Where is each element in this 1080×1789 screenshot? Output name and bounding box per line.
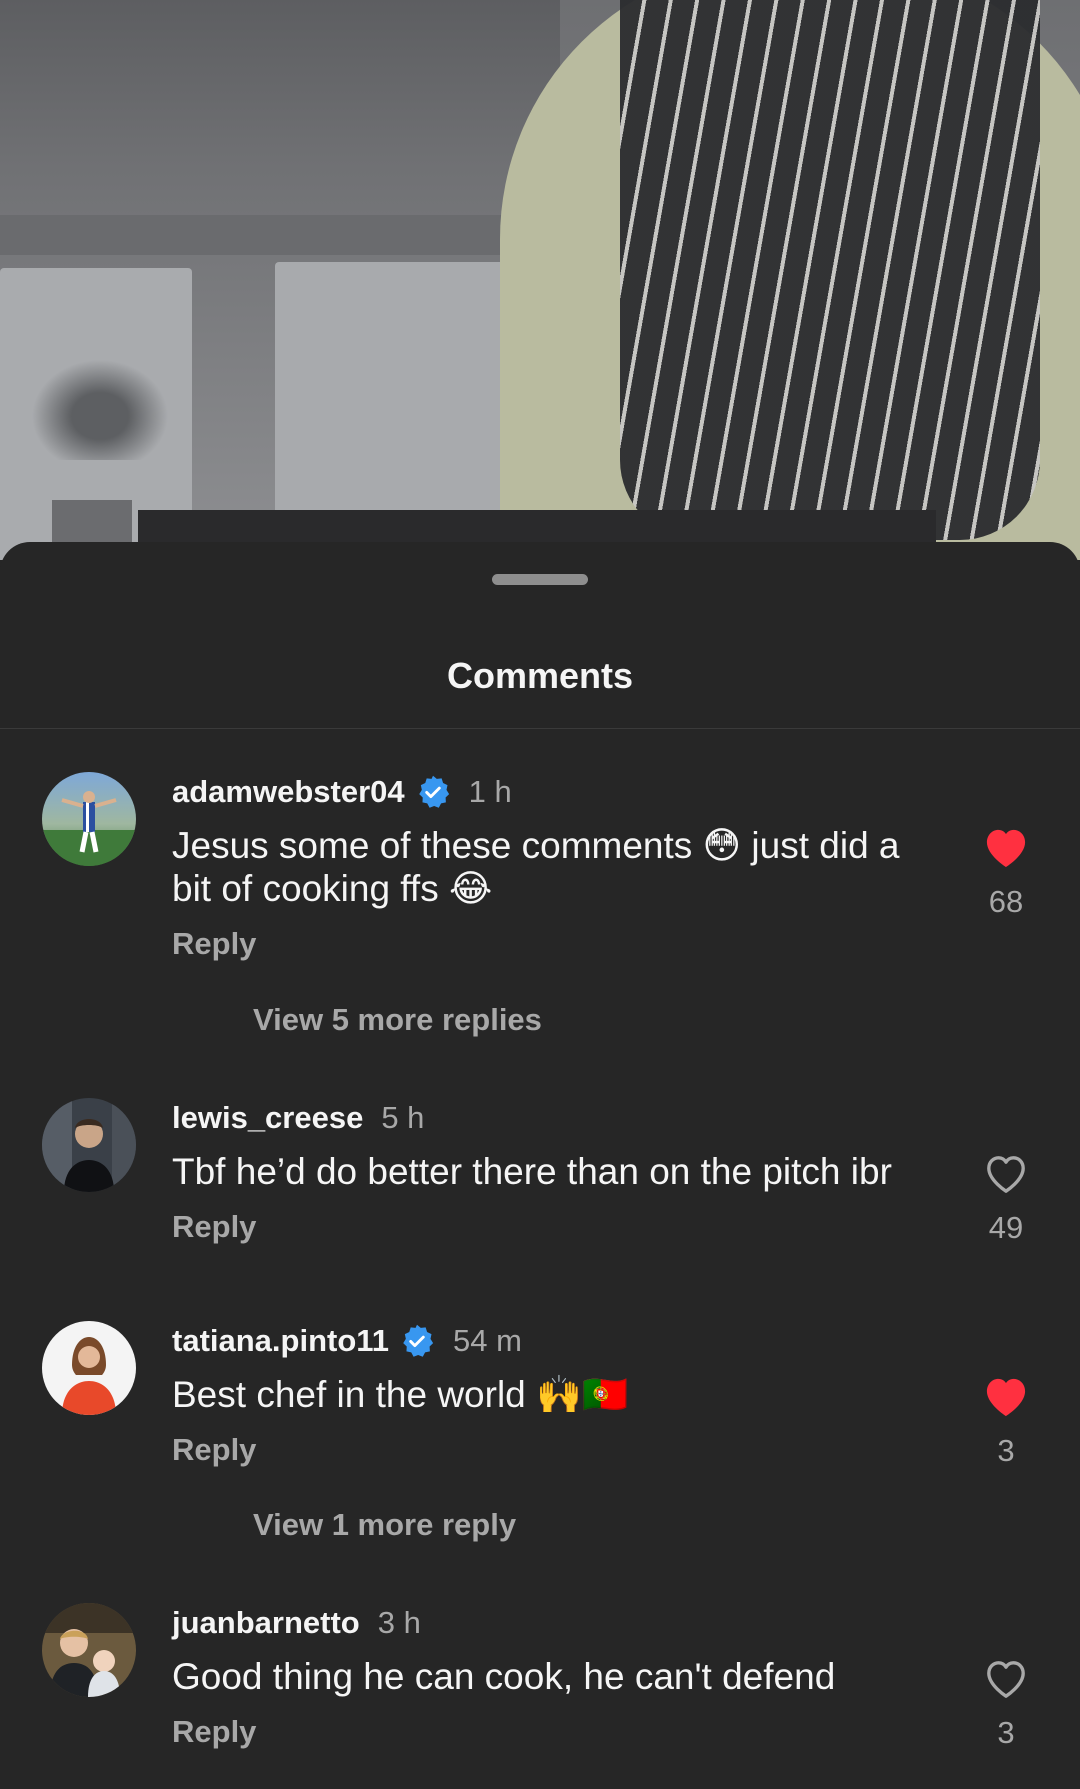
heart-icon [986,1378,1026,1417]
like-count: 68 [988,884,1024,919]
avatar[interactable] [42,772,136,866]
verified-badge-icon [403,1324,434,1357]
avatar[interactable] [42,1321,136,1415]
like-button[interactable]: 3 [968,1376,1044,1469]
comments-sheet: Comments adamwebster04 1 h Jesus some of… [0,542,1080,1789]
username[interactable]: tatiana.pinto11 [172,1323,389,1359]
like-button[interactable]: 49 [968,1153,1044,1246]
like-button[interactable]: 3 [968,1658,1044,1751]
comment-text: Jesus some of these comments 😳 just did … [172,825,900,909]
sheet-title: Comments [446,655,634,696]
username[interactable]: lewis_creese [172,1100,363,1136]
comment-text: Best chef in the world 🙌🇵🇹 [172,1374,629,1415]
username[interactable]: adamwebster04 [172,774,405,810]
verified-badge-icon [418,775,449,808]
reply-button[interactable]: Reply [172,1714,932,1750]
comment-text: Good thing he can cook, he can't defend [172,1656,836,1697]
avatar[interactable] [42,1603,136,1697]
drag-handle[interactable] [492,574,588,585]
heart-outline-icon [987,1661,1025,1698]
like-button[interactable]: 68 [968,827,1044,920]
avatar[interactable] [42,1098,136,1192]
reply-button[interactable]: Reply [172,1432,932,1468]
like-count: 3 [997,1433,1015,1468]
comment-text: Tbf he’d do better there than on the pit… [172,1151,892,1192]
video-person-apron [620,0,1040,540]
view-replies-button[interactable]: View 1 more reply [253,1507,516,1543]
divider [0,728,1080,729]
comment-time: 3 h [377,1605,421,1640]
video-background[interactable] [0,0,1080,560]
view-replies-button[interactable]: View 5 more replies [253,1002,542,1038]
video-plant [20,350,180,460]
comment-time: 5 h [381,1100,425,1135]
comment-time: 54 m [453,1323,522,1358]
heart-icon [986,829,1026,868]
like-count: 3 [997,1715,1015,1750]
heart-outline-icon [987,1156,1025,1193]
comment-time: 1 h [468,774,512,809]
like-count: 49 [988,1210,1024,1245]
reply-button[interactable]: Reply [172,926,932,962]
username[interactable]: juanbarnetto [172,1605,360,1641]
reply-button[interactable]: Reply [172,1209,932,1245]
